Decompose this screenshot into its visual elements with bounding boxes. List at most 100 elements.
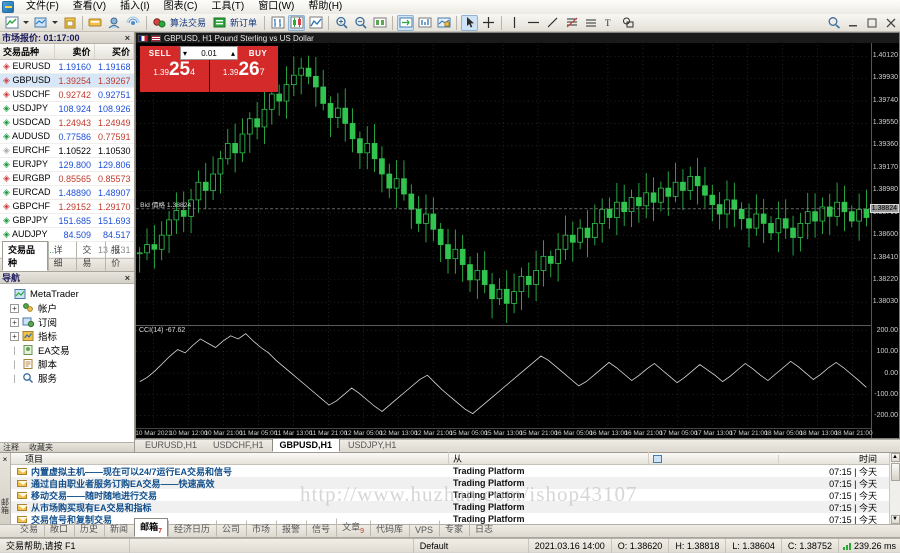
chart-canvas[interactable]: Bid 價格 1.38824 bbox=[136, 33, 899, 438]
signals-icon[interactable] bbox=[125, 15, 142, 31]
menu-item-help[interactable]: 帮助(H) bbox=[301, 0, 349, 14]
list-item[interactable]: 从市场购买现有EA交易和指标 Trading Platform 07:15 | … bbox=[11, 501, 889, 513]
new-chart-icon[interactable] bbox=[3, 15, 20, 31]
column-symbol[interactable]: 交易品种 bbox=[0, 44, 55, 60]
chart-shift-icon[interactable] bbox=[397, 15, 414, 31]
scroll-down-icon[interactable]: ▼ bbox=[891, 515, 900, 524]
table-row[interactable]: ◈ USDCHF 0.92742 0.92751 bbox=[0, 88, 134, 102]
expander-icon[interactable]: + bbox=[10, 318, 19, 327]
table-row[interactable]: ◈ EURCHF 1.10522 1.10530 bbox=[0, 144, 134, 158]
scrollbar-thumb[interactable] bbox=[891, 463, 900, 481]
sell-button[interactable]: SELL bbox=[140, 46, 180, 60]
menu-item-view[interactable]: 查看(V) bbox=[66, 0, 113, 14]
column-time[interactable]: 时间 bbox=[779, 452, 889, 465]
price-axis[interactable]: 1.401201.399301.397401.395501.393601.391… bbox=[871, 43, 899, 438]
tab-trade[interactable]: 交易 bbox=[14, 520, 44, 537]
scroll-up-icon[interactable]: ▲ bbox=[891, 453, 900, 462]
new-order-icon[interactable] bbox=[211, 15, 228, 31]
algo-trading-label[interactable]: 算法交易 bbox=[170, 16, 206, 29]
expander-icon[interactable]: + bbox=[10, 304, 19, 313]
search-icon[interactable] bbox=[825, 15, 842, 31]
bar-chart-icon[interactable] bbox=[269, 15, 286, 31]
one-click-trading-panel[interactable]: SELL ▾ 0.01 ▴ BUY 1.39254 1.392 bbox=[140, 46, 278, 92]
tab-exposure[interactable]: 敞口 bbox=[44, 520, 74, 537]
line-chart-icon[interactable] bbox=[307, 15, 324, 31]
tab-calendar[interactable]: 经济日历 bbox=[168, 520, 216, 537]
table-row[interactable]: ◈ GBPJPY 151.685 151.693 bbox=[0, 214, 134, 228]
navigator-panel[interactable]: MetaTrader + 帐户 + 订阅 bbox=[0, 284, 134, 442]
window-close-icon[interactable] bbox=[882, 15, 899, 31]
open-data-folder-icon[interactable] bbox=[61, 15, 78, 31]
trendline-icon[interactable] bbox=[544, 15, 561, 31]
column-subject[interactable]: 项目 bbox=[11, 452, 449, 465]
list-item[interactable]: 通过自由职业者服务订购EA交易——快速高效 Trading Platform 0… bbox=[11, 477, 889, 489]
cursor-icon[interactable] bbox=[461, 15, 478, 31]
subwindow-divider[interactable] bbox=[136, 325, 871, 326]
nav-item-accounts[interactable]: + 帐户 bbox=[2, 301, 132, 315]
nav-item-scripts[interactable]: | 脚本 bbox=[2, 357, 132, 371]
auto-scroll-icon[interactable] bbox=[371, 15, 388, 31]
menu-item-insert[interactable]: 插入(I) bbox=[113, 0, 156, 14]
tab-signals[interactable]: 信号 bbox=[306, 520, 336, 537]
column-ask[interactable]: 买价 bbox=[94, 44, 133, 60]
new-order-label[interactable]: 新订单 bbox=[230, 16, 257, 29]
chart-autoscroll-icon[interactable] bbox=[416, 15, 433, 31]
mailbox-scrollbar[interactable]: ▲ ▼ bbox=[889, 453, 900, 524]
navigator-close-icon[interactable]: × bbox=[125, 273, 132, 283]
column-from[interactable]: 从 bbox=[449, 452, 649, 465]
chart-window[interactable]: GBPUSD, H1 Pound Sterling vs US Dollar S… bbox=[135, 32, 900, 439]
table-row[interactable]: ◈ AUDUSD 0.77586 0.77591 bbox=[0, 130, 134, 144]
nav-item-indicators[interactable]: + 指标 bbox=[2, 329, 132, 343]
zoom-out-icon[interactable] bbox=[352, 15, 369, 31]
window-minimize-icon[interactable] bbox=[844, 15, 861, 31]
nav-item-subscriptions[interactable]: + 订阅 bbox=[2, 315, 132, 329]
expander-icon[interactable]: + bbox=[10, 332, 19, 341]
table-row[interactable]: ◈ EURCAD 1.48890 1.48907 bbox=[0, 186, 134, 200]
list-item[interactable]: 内置虚拟主机——现在可以24/7运行EA交易和信号 Trading Platfo… bbox=[11, 465, 889, 477]
volume-stepper[interactable]: ▾ 0.01 ▴ bbox=[180, 46, 238, 60]
chart-tab-gbpusd[interactable]: GBPUSD,H1 bbox=[272, 438, 341, 452]
volume-increment-icon[interactable]: ▴ bbox=[231, 49, 235, 58]
table-row[interactable]: ◈ GBPCHF 1.29152 1.29170 bbox=[0, 200, 134, 214]
chart-profiles-dropdown-icon[interactable] bbox=[52, 21, 58, 24]
table-row[interactable]: ◈ GBPUSD 1.39254 1.39267 bbox=[0, 74, 134, 88]
vertical-line-icon[interactable] bbox=[506, 15, 523, 31]
tab-codebase[interactable]: 代码库 bbox=[370, 520, 409, 537]
zoom-in-icon[interactable] bbox=[333, 15, 350, 31]
tab-history[interactable]: 历史 bbox=[74, 520, 104, 537]
chart-tab-usdchf[interactable]: USDCHF,H1 bbox=[205, 438, 272, 452]
table-row[interactable]: ◈ EURGBP 0.85565 0.85573 bbox=[0, 172, 134, 186]
chart-tab-usdjpy[interactable]: USDJPY,H1 bbox=[340, 438, 404, 452]
tab-ticks[interactable]: 报价 bbox=[105, 241, 134, 271]
market-watch-panel[interactable]: 交易品种 卖价 买价 ◈ EURUSD 1.19160 1.19168 ◈ GB… bbox=[0, 44, 134, 258]
sell-price[interactable]: 1.39254 bbox=[140, 60, 209, 92]
chart-tab-eurusd[interactable]: EURUSD,H1 bbox=[137, 438, 205, 452]
table-row[interactable]: ◈ USDCAD 1.24943 1.24949 bbox=[0, 116, 134, 130]
tab-details[interactable]: 详细 bbox=[48, 241, 77, 271]
volume-decrement-icon[interactable]: ▾ bbox=[183, 49, 187, 58]
menu-item-charts[interactable]: 图表(C) bbox=[157, 0, 205, 14]
window-restore-icon[interactable] bbox=[863, 15, 880, 31]
tab-trading[interactable]: 交易 bbox=[76, 241, 105, 271]
column-attachment[interactable] bbox=[649, 455, 779, 463]
market-watch-icon[interactable] bbox=[87, 15, 104, 31]
nav-item-metatrader[interactable]: MetaTrader bbox=[2, 287, 132, 301]
table-row[interactable]: ◈ EURJPY 129.800 129.806 bbox=[0, 158, 134, 172]
status-connection[interactable]: 239.26 ms bbox=[839, 541, 900, 551]
nav-item-expert-advisors[interactable]: | EA交易 bbox=[2, 343, 132, 357]
tab-vps[interactable]: VPS bbox=[409, 523, 439, 537]
algo-trading-icon[interactable] bbox=[151, 15, 168, 31]
shapes-icon[interactable] bbox=[620, 15, 637, 31]
list-item[interactable]: 移动交易——随时随地进行交易 Trading Platform 07:15 | … bbox=[11, 489, 889, 501]
tab-company[interactable]: 公司 bbox=[216, 520, 246, 537]
fibonacci-icon[interactable] bbox=[563, 15, 580, 31]
terminal-close-icon[interactable]: × bbox=[3, 455, 8, 464]
time-axis[interactable]: 10 Mar 202110 Mar 12:0010 Mar 21:0011 Ma… bbox=[136, 428, 871, 438]
table-row[interactable]: ◈ AUDJPY 84.509 84.517 bbox=[0, 228, 134, 242]
table-row[interactable]: ◈ EURUSD 1.19160 1.19168 bbox=[0, 60, 134, 74]
tab-news[interactable]: 新闻 bbox=[104, 520, 134, 537]
menu-item-file[interactable]: 文件(F) bbox=[19, 0, 66, 14]
volume-value[interactable]: 0.01 bbox=[201, 49, 217, 58]
buy-price[interactable]: 1.39267 bbox=[210, 60, 279, 92]
tab-journal[interactable]: 日志 bbox=[469, 520, 499, 537]
